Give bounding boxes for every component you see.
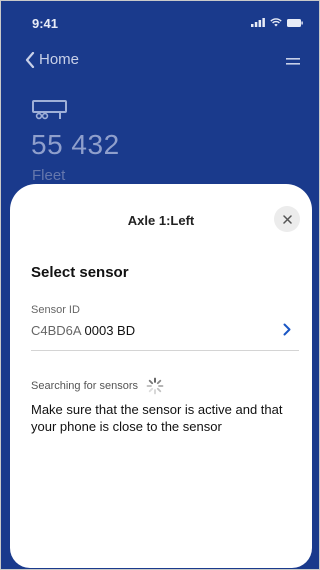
status-bar: 9:41 <box>1 1 319 41</box>
searching-status: Searching for sensors <box>31 377 164 395</box>
sensor-id-suffix: 0003 BD <box>84 323 136 338</box>
loading-spinner-icon <box>146 377 164 395</box>
trailer-icon <box>32 100 67 120</box>
sheet-title: Axle 1:Left <box>127 213 195 228</box>
status-icons <box>251 18 303 27</box>
instructions-text: Make sure that the sensor is active and … <box>31 402 283 434</box>
sensor-id-field[interactable]: C4BD6A 0003 BD <box>31 320 299 351</box>
section-title: Select sensor <box>31 264 129 281</box>
vehicle-number: 55 432 <box>31 129 120 160</box>
close-button[interactable] <box>274 206 300 232</box>
sensor-id-value: C4BD6A 0003 BD <box>31 323 135 338</box>
searching-label: Searching for sensors <box>31 380 138 392</box>
select-sensor-sheet: Axle 1:Left Select sensor Sensor ID C4BD… <box>10 184 312 568</box>
vehicle-type: Fleet <box>32 167 66 184</box>
chevron-left-icon <box>25 51 35 68</box>
back-button-label: Home <box>39 51 80 68</box>
chevron-right-icon <box>283 323 291 336</box>
status-time: 9:41 <box>32 16 59 31</box>
battery-icon <box>287 18 303 27</box>
menu-icon[interactable] <box>286 57 300 67</box>
navigation-bar: Home <box>1 47 319 77</box>
close-icon <box>282 214 292 224</box>
app-screen: 9:41 Home 55 432 Fleet Axle 1:Left Selec… <box>0 0 320 570</box>
back-button[interactable]: Home <box>25 51 79 68</box>
sensor-id-label: Sensor ID <box>31 304 80 316</box>
wifi-icon <box>270 18 282 27</box>
signal-icon <box>251 18 265 27</box>
sensor-id-prefix: C4BD6A <box>31 323 81 338</box>
